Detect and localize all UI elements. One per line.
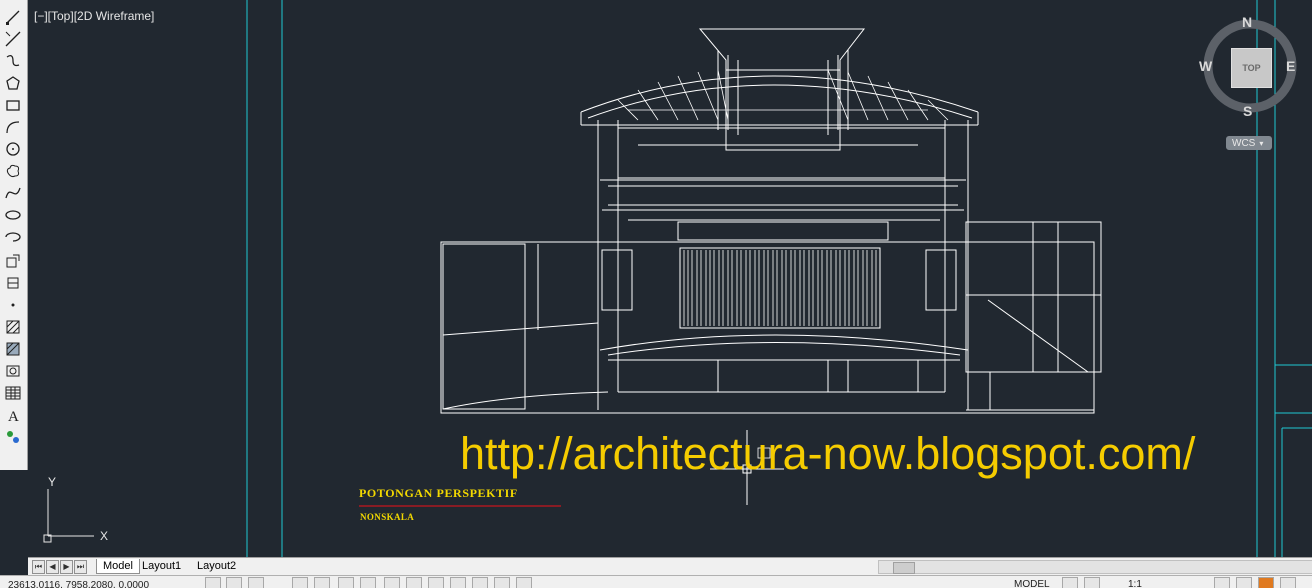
- tab-layout1[interactable]: Layout1: [142, 559, 181, 573]
- layout-tabs-bar: ⏮ ◀ ▶ ⏭ Model Layout1 Layout2: [28, 557, 1312, 575]
- revision-cloud-icon[interactable]: [3, 162, 23, 180]
- viewcube-west[interactable]: W: [1199, 58, 1212, 74]
- polyline-icon[interactable]: [3, 52, 23, 70]
- line-icon[interactable]: [3, 8, 23, 26]
- arc-icon[interactable]: [3, 118, 23, 136]
- hardware-acceleration-icon[interactable]: [1258, 577, 1274, 588]
- viewcube-east[interactable]: E: [1286, 58, 1295, 74]
- scrollbar-thumb[interactable]: [893, 562, 915, 574]
- viewcube-top-face[interactable]: TOP: [1231, 48, 1272, 88]
- ellipse-icon[interactable]: [3, 206, 23, 224]
- insert-block-icon[interactable]: [3, 252, 23, 270]
- drawing-subtitle: NONSKALA: [360, 512, 415, 522]
- toolbar-gap: [0, 470, 28, 560]
- isolate-objects-icon[interactable]: [1280, 577, 1296, 588]
- add-selected-icon[interactable]: [3, 428, 23, 446]
- point-icon[interactable]: [3, 296, 23, 314]
- hatch-icon[interactable]: [3, 318, 23, 336]
- lock-icon[interactable]: [1236, 577, 1252, 588]
- grid-display-icon[interactable]: [248, 577, 264, 588]
- ortho-mode-icon[interactable]: [292, 577, 308, 588]
- ucs-x-label: X: [100, 529, 108, 543]
- dynamic-ucs-icon[interactable]: [406, 577, 422, 588]
- infer-constraints-icon[interactable]: [205, 577, 221, 588]
- quick-properties-icon[interactable]: [494, 577, 510, 588]
- rectangle-icon[interactable]: [3, 96, 23, 114]
- transparency-icon[interactable]: [472, 577, 488, 588]
- ucs-y-label: Y: [48, 475, 56, 489]
- prev-tab-icon[interactable]: ◀: [46, 560, 59, 574]
- object-snap-icon[interactable]: [338, 577, 354, 588]
- lineweight-icon[interactable]: [450, 577, 466, 588]
- first-tab-icon[interactable]: ⏮: [32, 560, 45, 574]
- quick-view-layouts-icon[interactable]: [1062, 577, 1078, 588]
- drawing-title: POTONGAN PERSPEKTIF: [359, 486, 518, 500]
- 3d-object-snap-icon[interactable]: [360, 577, 376, 588]
- viewcube-south[interactable]: S: [1243, 103, 1252, 119]
- next-tab-icon[interactable]: ▶: [60, 560, 73, 574]
- dynamic-input-icon[interactable]: [428, 577, 444, 588]
- wcs-menu[interactable]: WCS ▾: [1226, 136, 1272, 150]
- quick-view-drawings-icon[interactable]: [1084, 577, 1100, 588]
- circle-icon[interactable]: [3, 140, 23, 158]
- ucs-icon: [43, 489, 94, 543]
- status-bar: 23613.0116, 7958.2080, 0.0000 MODEL 1:1: [0, 575, 1312, 588]
- model-viewport[interactable]: [−][Top][2D Wireframe] Y X http://archit…: [28, 0, 1312, 557]
- svg-text:A: A: [8, 409, 19, 423]
- table-icon[interactable]: [3, 384, 23, 402]
- horizontal-scrollbar[interactable]: [878, 560, 1312, 574]
- blog-watermark: http://architectura-now.blogspot.com/: [460, 428, 1196, 479]
- wcs-label: WCS: [1232, 137, 1256, 149]
- polar-tracking-icon[interactable]: [314, 577, 330, 588]
- spline-icon[interactable]: [3, 184, 23, 202]
- workspace-switching-icon[interactable]: [1214, 577, 1230, 588]
- tab-layout2[interactable]: Layout2: [197, 559, 236, 573]
- construction-line-icon[interactable]: [3, 30, 23, 48]
- chevron-down-icon: ▾: [1259, 138, 1264, 148]
- polygon-icon[interactable]: [3, 74, 23, 92]
- snap-mode-icon[interactable]: [226, 577, 242, 588]
- ellipse-arc-icon[interactable]: [3, 228, 23, 246]
- object-snap-tracking-icon[interactable]: [384, 577, 400, 588]
- selection-cycling-icon[interactable]: [516, 577, 532, 588]
- region-icon[interactable]: [3, 362, 23, 380]
- building-section: [440, 28, 1102, 414]
- gradient-icon[interactable]: [3, 340, 23, 358]
- viewcube-north[interactable]: N: [1242, 14, 1252, 30]
- last-tab-icon[interactable]: ⏭: [74, 560, 87, 574]
- multiline-text-icon[interactable]: A: [3, 406, 23, 424]
- stage-curtain-lines: [683, 250, 877, 326]
- tab-model[interactable]: Model: [96, 559, 140, 574]
- draw-toolbar: A: [0, 0, 28, 470]
- make-block-icon[interactable]: [3, 274, 23, 292]
